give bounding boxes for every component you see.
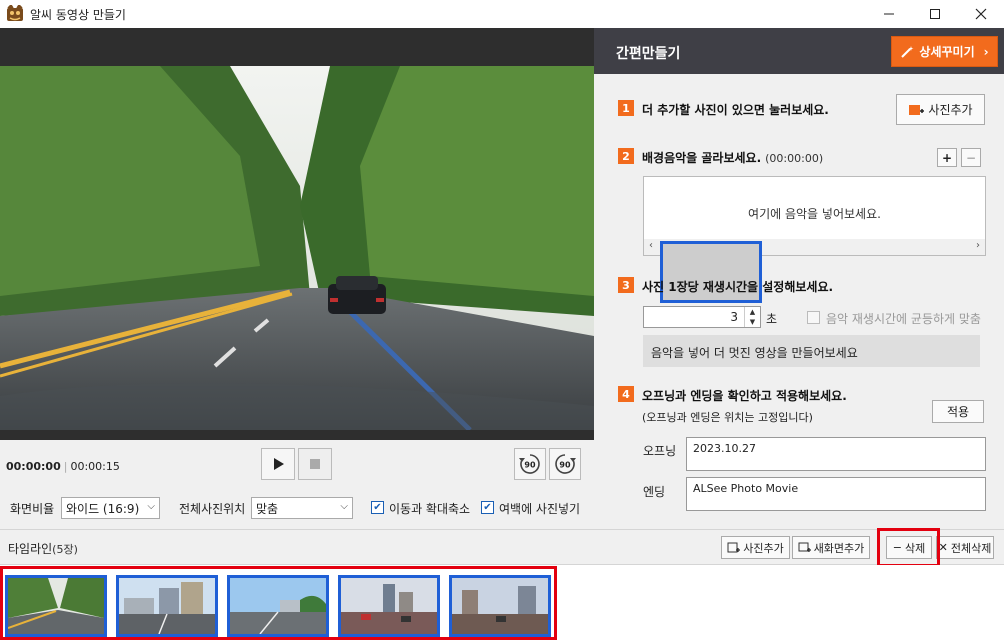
- music-empty-text: 여기에 음악을 넣어보세요.: [748, 207, 881, 221]
- step-2-number: 2: [618, 148, 634, 164]
- scroll-left-icon[interactable]: ‹: [649, 240, 653, 251]
- advanced-edit-label: 상세꾸미기: [919, 45, 975, 59]
- fill-blank-label: 여백에 사진넣기: [499, 502, 581, 516]
- opening-field[interactable]: 2023.10.27: [686, 437, 986, 471]
- alsee-app-icon: [7, 5, 23, 21]
- easy-make-panel: 간편만들기 상세꾸미기 › 1 더 추가할 사진이 있으면 눌러보세요. 사진추…: [594, 28, 1004, 529]
- rotate-right-button[interactable]: 90: [549, 448, 581, 480]
- move-zoom-label: 이동과 확대축소: [389, 502, 471, 516]
- stop-button[interactable]: [298, 448, 332, 480]
- minimize-icon: [884, 13, 894, 15]
- rotate-left-button[interactable]: 90: [514, 448, 546, 480]
- current-time: 00:00:00: [6, 460, 61, 473]
- music-tip: 음악을 넣어 더 멋진 영상을 만들어보세요: [643, 335, 980, 367]
- timecode: 00:00:00 | 00:00:15: [6, 460, 120, 473]
- opening-label: 오프닝: [643, 444, 677, 458]
- sync-music-checkbox[interactable]: [807, 311, 820, 324]
- player-controls: 00:00:00 | 00:00:15 90 90 화면비율 와이드 (16:9): [0, 440, 594, 529]
- timeline-add-photo-label: 사진추가: [743, 541, 784, 555]
- aspect-label: 화면비율: [10, 502, 55, 516]
- delete-all-button[interactable]: ✕ 전체삭제: [936, 536, 994, 559]
- add-music-button[interactable]: +: [937, 148, 957, 167]
- close-button[interactable]: [958, 0, 1004, 28]
- aspect-value: 와이드 (16:9): [66, 502, 140, 516]
- remove-music-button[interactable]: −: [961, 148, 981, 167]
- maximize-button[interactable]: [912, 0, 958, 28]
- advanced-edit-button[interactable]: 상세꾸미기 ›: [891, 36, 998, 67]
- plus-icon: +: [941, 150, 953, 165]
- delete-all-label: 전체삭제: [950, 541, 992, 555]
- stepper-up-icon: ▲: [749, 308, 756, 316]
- position-value: 맞춤: [256, 502, 279, 516]
- timeline-bar: 타임라인(5장) 사진추가 새화면추가 − 삭제 ✕ 전체삭제: [0, 529, 1004, 565]
- rotate-left-icon: 90: [519, 454, 540, 474]
- sync-music-label: 음악 재생시간에 균등하게 맞춤: [826, 312, 981, 326]
- magic-wand-icon: [901, 45, 914, 58]
- minimize-button[interactable]: [866, 0, 912, 28]
- ending-value: ALSee Photo Movie: [693, 482, 799, 495]
- stepper-down-icon: ▼: [749, 318, 756, 326]
- music-scrollbar[interactable]: ‹ ›: [644, 239, 985, 303]
- chevron-down-icon: ⌵: [340, 501, 348, 512]
- add-photo-label: 사진추가: [928, 103, 973, 117]
- duration-stepper[interactable]: 3 ▲ ▼: [643, 306, 761, 328]
- chevron-right-icon: ›: [983, 44, 989, 59]
- apply-button[interactable]: 적용: [932, 400, 984, 423]
- window-title: 알씨 동영상 만들기: [30, 8, 126, 22]
- music-list[interactable]: 여기에 음악을 넣어보세요. ‹ ›: [643, 176, 986, 303]
- ending-label: 엔딩: [643, 485, 666, 499]
- highlight-thumbnails: [0, 566, 557, 640]
- close-icon: [975, 8, 987, 20]
- step-3-number: 3: [618, 277, 634, 293]
- timeline-add-photo-button[interactable]: 사진추가: [721, 536, 790, 559]
- step-1-number: 1: [618, 100, 634, 116]
- add-photo-icon: [909, 104, 925, 115]
- video-preview: [0, 66, 594, 430]
- add-scene-button[interactable]: 새화면추가: [792, 536, 870, 559]
- opening-value: 2023.10.27: [693, 442, 756, 455]
- timeline-count: (5장): [52, 543, 78, 556]
- rotate-right-icon: 90: [555, 454, 576, 474]
- step-3-text: 사진 1장당 재생시간을 설정해보세요.: [642, 280, 834, 294]
- add-scene-label: 새화면추가: [813, 541, 865, 555]
- scroll-right-icon[interactable]: ›: [976, 240, 980, 251]
- minus-icon: −: [965, 150, 977, 165]
- position-label: 전체사진위치: [179, 502, 246, 516]
- add-photo-icon: [727, 542, 741, 552]
- aspect-select[interactable]: 와이드 (16:9) ⌵: [61, 497, 160, 519]
- play-icon: [274, 458, 284, 470]
- fill-blank-checkbox[interactable]: ✔: [481, 501, 494, 514]
- check-icon: ✔: [373, 502, 382, 513]
- duration-unit: 초: [766, 312, 778, 326]
- check-icon: ✔: [483, 502, 492, 513]
- rotate-right-label: 90: [559, 461, 571, 470]
- step-4-note: (오프닝과 엔딩은 위치는 고정입니다): [642, 411, 813, 424]
- add-scene-icon: [798, 542, 811, 552]
- step-2-text: 배경음악을 골라보세요. (00:00:00): [642, 151, 824, 165]
- rotate-left-label: 90: [524, 461, 536, 470]
- music-duration: (00:00:00): [765, 152, 824, 165]
- duration-value: 3: [730, 310, 738, 324]
- add-photo-button[interactable]: 사진추가: [896, 94, 985, 125]
- play-button[interactable]: [261, 448, 295, 480]
- stop-icon: [310, 459, 320, 469]
- ending-field[interactable]: ALSee Photo Movie: [686, 477, 986, 511]
- close-icon: ✕: [938, 541, 948, 554]
- timeline-title: 타임라인(5장): [8, 542, 78, 556]
- maximize-icon: [930, 9, 940, 19]
- step-4-text: 오프닝과 엔딩을 확인하고 적용해보세요.: [642, 389, 847, 403]
- total-time: 00:00:15: [70, 460, 120, 473]
- chevron-down-icon: ⌵: [147, 501, 155, 512]
- move-zoom-checkbox[interactable]: ✔: [371, 501, 384, 514]
- step-4-number: 4: [618, 386, 634, 402]
- title-bar: 알씨 동영상 만들기: [0, 0, 1004, 28]
- stepper-arrows[interactable]: ▲ ▼: [744, 307, 760, 327]
- position-select[interactable]: 맞춤 ⌵: [251, 497, 353, 519]
- apply-label: 적용: [946, 405, 970, 419]
- panel-header: 간편만들기 상세꾸미기 ›: [594, 28, 1004, 74]
- highlight-delete: [877, 528, 940, 567]
- panel-title: 간편만들기: [616, 46, 681, 62]
- step-1-text: 더 추가할 사진이 있으면 눌러보세요.: [642, 103, 829, 117]
- preview-panel: 00:00:00 | 00:00:15 90 90 화면비율 와이드 (16:9): [0, 28, 594, 529]
